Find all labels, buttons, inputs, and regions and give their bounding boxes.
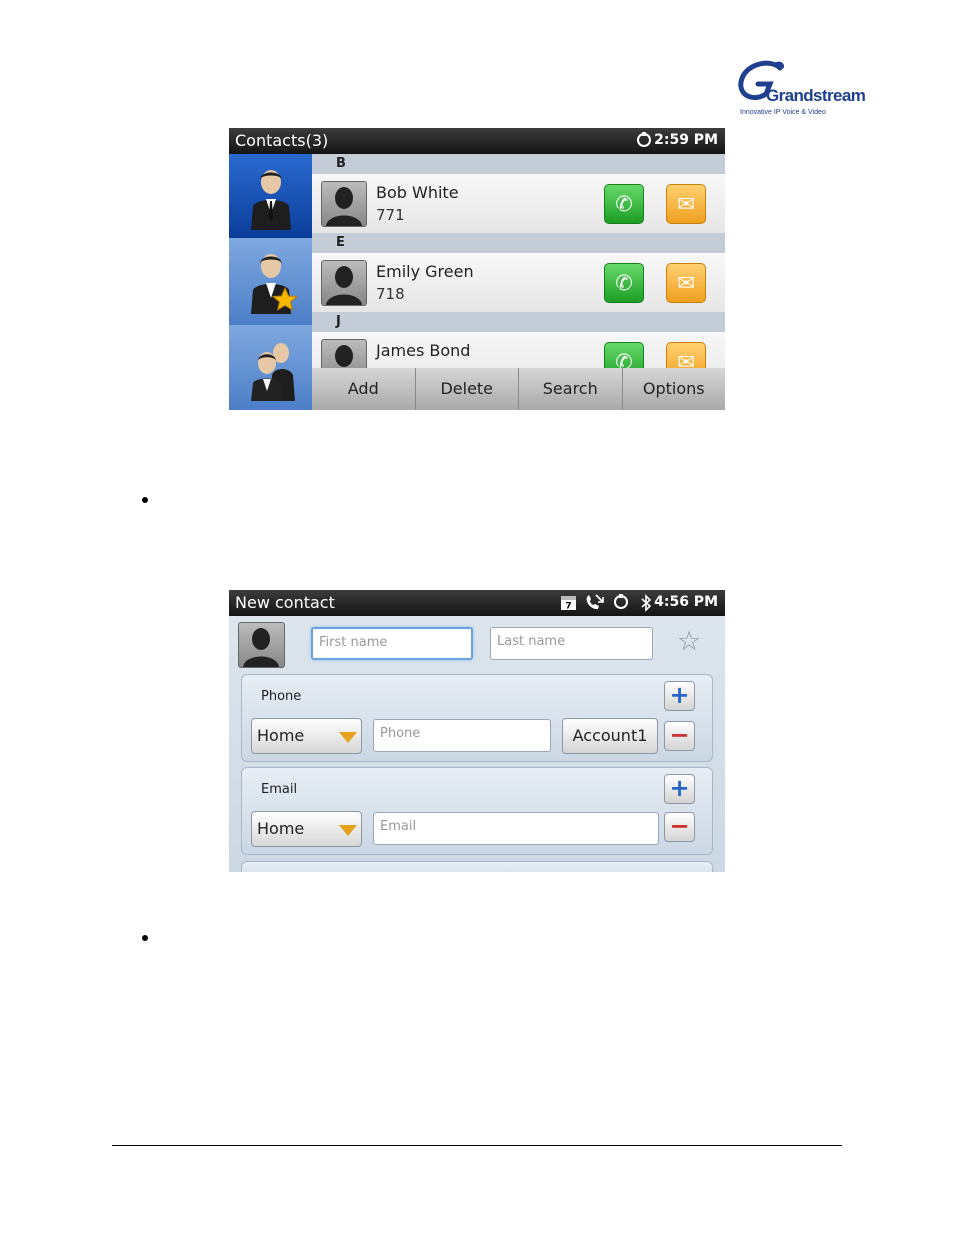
screen-title: New contact [235,593,335,612]
phone-type-value: Home [257,726,305,745]
contact-avatar [321,339,367,368]
next-field-panel [241,861,713,872]
call-button[interactable]: ✆ [604,342,644,368]
contact-number: 771 [376,206,405,224]
phone-input[interactable]: Phone [373,719,551,752]
svg-text:7: 7 [565,602,571,611]
remove-email-button[interactable]: − [664,812,695,842]
account-selector[interactable]: Account1 [562,718,658,754]
envelope-icon: ✉ [677,192,695,216]
last-name-input[interactable]: Last name [490,627,653,660]
tab-groups[interactable] [229,325,312,410]
group-people-icon [251,343,295,401]
contacts-screenshot: Contacts(3) 2:59 PM B Bob White 771 ✆ ✉ … [229,128,725,410]
email-panel: Email + Home Email − [241,767,713,855]
tab-all-contacts[interactable] [229,154,312,238]
contact-avatar [321,181,367,227]
options-button[interactable]: Options [623,368,726,410]
missed-call-icon [584,594,606,612]
add-button[interactable]: Add [312,368,416,410]
contact-person-icon [251,170,291,230]
bottom-action-bar: Add Delete Search Options [312,368,725,410]
status-time: 2:59 PM [654,132,718,148]
contact-photo[interactable] [238,622,285,668]
phone-icon: ✆ [615,271,633,295]
envelope-icon: ✉ [677,271,695,295]
footer-divider [112,1145,842,1146]
phone-panel: Phone + Home Phone Account1 − [241,674,713,762]
email-input[interactable]: Email [373,812,659,845]
delete-button[interactable]: Delete [416,368,519,410]
phone-label: Phone [261,689,302,704]
grandstream-logo: Grandstream Innovative IP Voice & Video [736,60,866,120]
message-button[interactable]: ✉ [666,184,706,224]
message-button[interactable]: ✉ [666,342,706,368]
first-name-input[interactable]: First name [311,627,473,660]
contact-name: Emily Green [376,262,474,281]
new-contact-screenshot: New contact 7 4:56 PM First name Last na… [229,590,725,872]
app-title: Contacts(3) [235,131,329,150]
contact-row[interactable]: Emily Green 718 ✆ ✉ [312,253,725,312]
tab-favorites[interactable] [229,238,312,325]
bullet-point [142,935,148,941]
bluetooth-icon [639,594,653,612]
phone-icon: ✆ [615,350,633,368]
contact-row[interactable]: James Bond ✆ ✉ [312,332,725,368]
favorite-person-icon [251,254,297,314]
dropdown-arrow-icon [339,825,357,836]
envelope-icon: ✉ [677,350,695,368]
add-phone-button[interactable]: + [664,681,695,711]
sync-icon [635,132,653,150]
message-button[interactable]: ✉ [666,263,706,303]
sync-icon [612,594,630,612]
bullet-point [142,497,148,503]
calendar-icon: 7 [560,594,576,612]
logo-brand-text: Grandstream [766,86,866,105]
email-type-dropdown[interactable]: Home [251,811,362,847]
dropdown-arrow-icon [339,732,357,743]
add-email-button[interactable]: + [664,774,695,804]
email-label: Email [261,782,298,797]
contact-list: B Bob White 771 ✆ ✉ E Emily Green 718 ✆ … [312,154,725,368]
section-header-j: J [312,312,725,332]
status-bar: New contact 7 4:56 PM [229,590,725,616]
phone-type-dropdown[interactable]: Home [251,718,362,754]
logo-tagline: Innovative IP Voice & Video [740,109,826,116]
contact-tabs [229,154,312,410]
status-time: 4:56 PM [654,594,718,610]
contact-number: 718 [376,285,405,303]
section-header-b: B [312,154,725,174]
phone-icon: ✆ [615,192,633,216]
contact-row[interactable]: Bob White 771 ✆ ✉ [312,174,725,233]
call-button[interactable]: ✆ [604,184,644,224]
contact-name: Bob White [376,183,459,202]
status-bar: Contacts(3) 2:59 PM [229,128,725,154]
search-button[interactable]: Search [519,368,623,410]
email-type-value: Home [257,819,305,838]
favorite-star-icon[interactable]: ☆ [677,626,701,657]
call-button[interactable]: ✆ [604,263,644,303]
section-header-e: E [312,233,725,253]
contact-avatar [321,260,367,306]
contact-name: James Bond [376,341,471,360]
remove-phone-button[interactable]: − [664,721,695,751]
